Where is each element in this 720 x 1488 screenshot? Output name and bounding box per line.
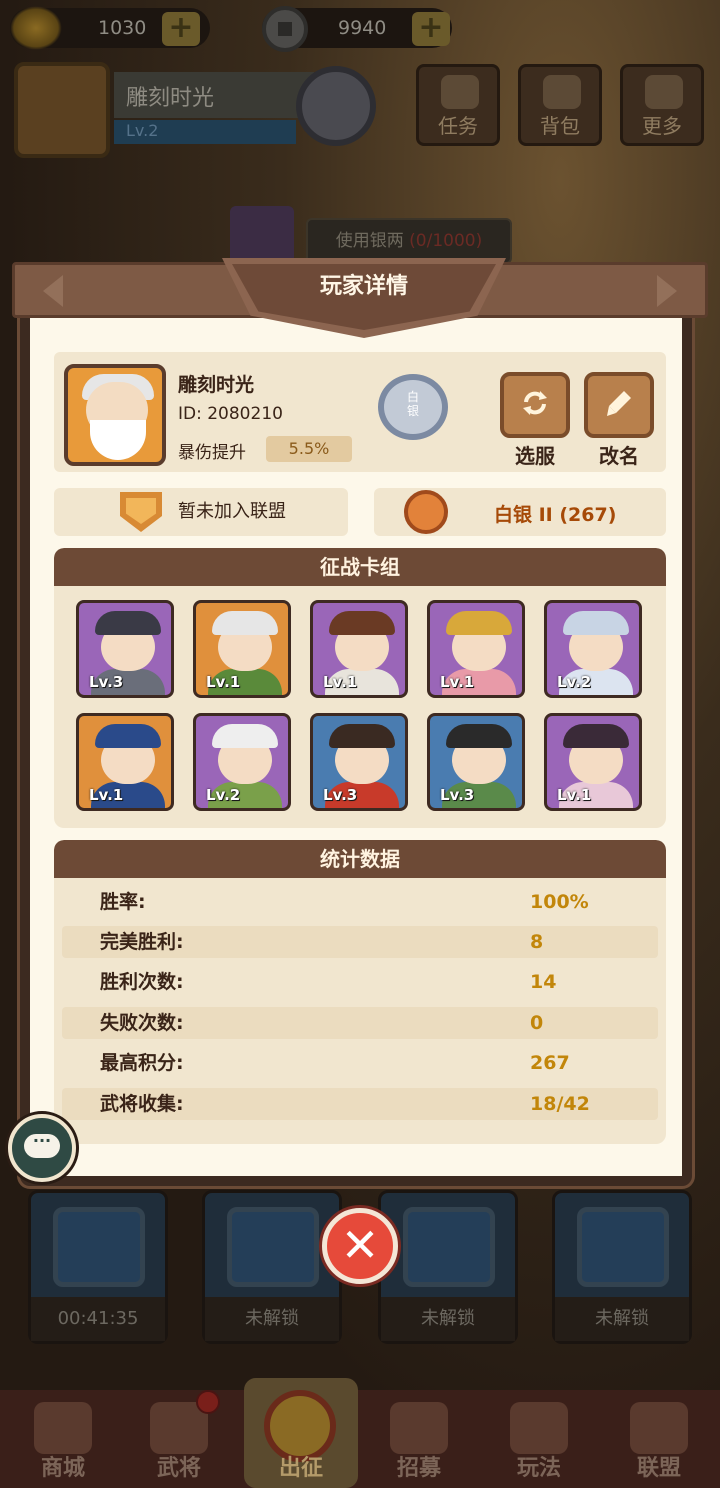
hero-level: Lv.1: [440, 673, 475, 691]
use-silver-button[interactable]: 使用银两 (0/1000): [306, 218, 512, 264]
gold-counter: 1030 +: [10, 6, 210, 50]
modal-title: 玩家详情: [319, 274, 408, 299]
header-rank-badge: [296, 66, 376, 146]
player-id: ID: 2080210: [178, 404, 283, 424]
refresh-icon: [523, 391, 547, 415]
hero-level: Lv.3: [440, 786, 475, 804]
chest-timer: 00:41:35: [31, 1297, 165, 1341]
header-avatar[interactable]: [14, 62, 110, 158]
scroll-icon: [441, 75, 479, 109]
header-player-name: 雕刻时光: [114, 72, 314, 118]
hero-card[interactable]: Lv.2: [193, 713, 291, 811]
bag-button[interactable]: 背包: [518, 64, 602, 146]
add-gold-button[interactable]: +: [162, 12, 200, 46]
crit-label: 暴伤提升: [178, 443, 246, 463]
pavilion-icon: [510, 1402, 568, 1454]
gold-ingot-icon: [10, 6, 62, 50]
stat-row-high-score: 最高积分: 267: [100, 1052, 570, 1074]
player-avatar: [64, 364, 166, 466]
recruit-scroll-icon: [390, 1402, 448, 1454]
resource-bar: 1030 + 9940 +: [0, 0, 720, 60]
task-button[interactable]: 任务: [416, 64, 500, 146]
nav-battle[interactable]: 出征: [244, 1378, 358, 1488]
notification-dot: [196, 1390, 220, 1414]
hero-card[interactable]: Lv.1: [544, 713, 642, 811]
hero-card[interactable]: Lv.1: [427, 600, 525, 698]
hero-level: Lv.2: [557, 673, 592, 691]
hero-card[interactable]: Lv.1: [76, 713, 174, 811]
hero-card[interactable]: Lv.3: [427, 713, 525, 811]
alliance-flag-icon: [630, 1402, 688, 1454]
tier-medal-icon: [404, 490, 448, 534]
copper-coin-icon: [262, 6, 308, 52]
banner-left-arrow-icon: [43, 275, 63, 307]
hero-card[interactable]: Lv.3: [76, 600, 174, 698]
stats-title: 统计数据: [54, 840, 666, 878]
hero-level: Lv.1: [206, 673, 241, 691]
coin-value: 9940: [338, 17, 387, 39]
nav-alliance[interactable]: 联盟: [600, 1390, 718, 1488]
rename-button[interactable]: [584, 372, 654, 438]
nav-recruit[interactable]: 招募: [360, 1390, 478, 1488]
tier-text: 白银 II (267): [494, 504, 617, 526]
bag-icon: [543, 75, 581, 109]
pencil-icon: [607, 391, 631, 416]
hero-card[interactable]: Lv.2: [544, 600, 642, 698]
nav-generals[interactable]: 武将: [120, 1390, 238, 1488]
header-level: Lv.2: [114, 120, 296, 144]
chest-status: 未解锁: [381, 1297, 515, 1341]
chest-status: 未解锁: [555, 1297, 689, 1341]
bottom-navigation: 商城 武将 出征 招募 玩法 联盟: [0, 1378, 720, 1488]
nav-shop[interactable]: 商城: [4, 1390, 122, 1488]
chat-button[interactable]: ···: [8, 1114, 76, 1182]
silver-rank-badge-icon: 白银: [378, 374, 448, 440]
crit-value: 5.5%: [266, 436, 352, 462]
add-coin-button[interactable]: +: [412, 12, 450, 46]
chest-slot-1[interactable]: 00:41:35: [28, 1190, 168, 1344]
hero-card[interactable]: Lv.1: [310, 600, 408, 698]
close-icon: ✕: [340, 1218, 380, 1272]
select-server-button[interactable]: [500, 372, 570, 438]
more-button[interactable]: 更多: [620, 64, 704, 146]
stat-row-wins: 胜利次数: 14: [100, 971, 557, 993]
alliance-text: 暂未加入联盟: [178, 501, 286, 522]
stat-row-win-rate: 胜率: 100%: [100, 891, 589, 913]
alliance-status[interactable]: 暂未加入联盟: [54, 488, 348, 536]
player-name: 雕刻时光: [178, 374, 255, 396]
profile-header[interactable]: 雕刻时光 Lv.2: [14, 62, 394, 158]
hero-card[interactable]: Lv.3: [310, 713, 408, 811]
chest-status: 未解锁: [205, 1297, 339, 1341]
chest-slot-2[interactable]: 未解锁: [202, 1190, 342, 1344]
stat-row-perfect-wins: 完美胜利: 8: [62, 926, 658, 958]
hero-card[interactable]: Lv.1: [193, 600, 291, 698]
shop-icon: [34, 1402, 92, 1454]
banner-right-arrow-icon: [657, 275, 677, 307]
close-button[interactable]: ✕: [322, 1208, 398, 1284]
stat-row-collection: 武将收集: 18/42: [62, 1088, 658, 1120]
chest-icon: [227, 1207, 319, 1287]
deck-title: 征战卡组: [54, 548, 666, 586]
coin-counter: 9940 +: [262, 6, 452, 52]
chest-icon: [53, 1207, 145, 1287]
statistics-section: 统计数据 胜率: 100% 完美胜利: 8 胜利次数: 14 失败次数: 0 最…: [54, 840, 666, 1144]
nav-modes[interactable]: 玩法: [480, 1390, 598, 1488]
hero-level: Lv.3: [89, 673, 124, 691]
chest-slot-3[interactable]: 未解锁: [378, 1190, 518, 1344]
hero-level: Lv.3: [323, 786, 358, 804]
chest-icon: [577, 1207, 669, 1287]
gold-value: 1030: [98, 17, 147, 39]
hero-level: Lv.2: [206, 786, 241, 804]
chat-bubble-icon: ···: [24, 1133, 60, 1158]
rename-label: 改名: [599, 444, 639, 468]
chest-slot-4[interactable]: 未解锁: [552, 1190, 692, 1344]
hero-level: Lv.1: [323, 673, 358, 691]
chest-icon: [403, 1207, 495, 1287]
more-icon: [645, 75, 683, 109]
hero-level: Lv.1: [89, 786, 124, 804]
card-stack-icon: [230, 206, 294, 264]
stat-row-losses: 失败次数: 0: [62, 1007, 658, 1039]
hero-level: Lv.1: [557, 786, 592, 804]
select-server-label: 选服: [515, 444, 555, 468]
